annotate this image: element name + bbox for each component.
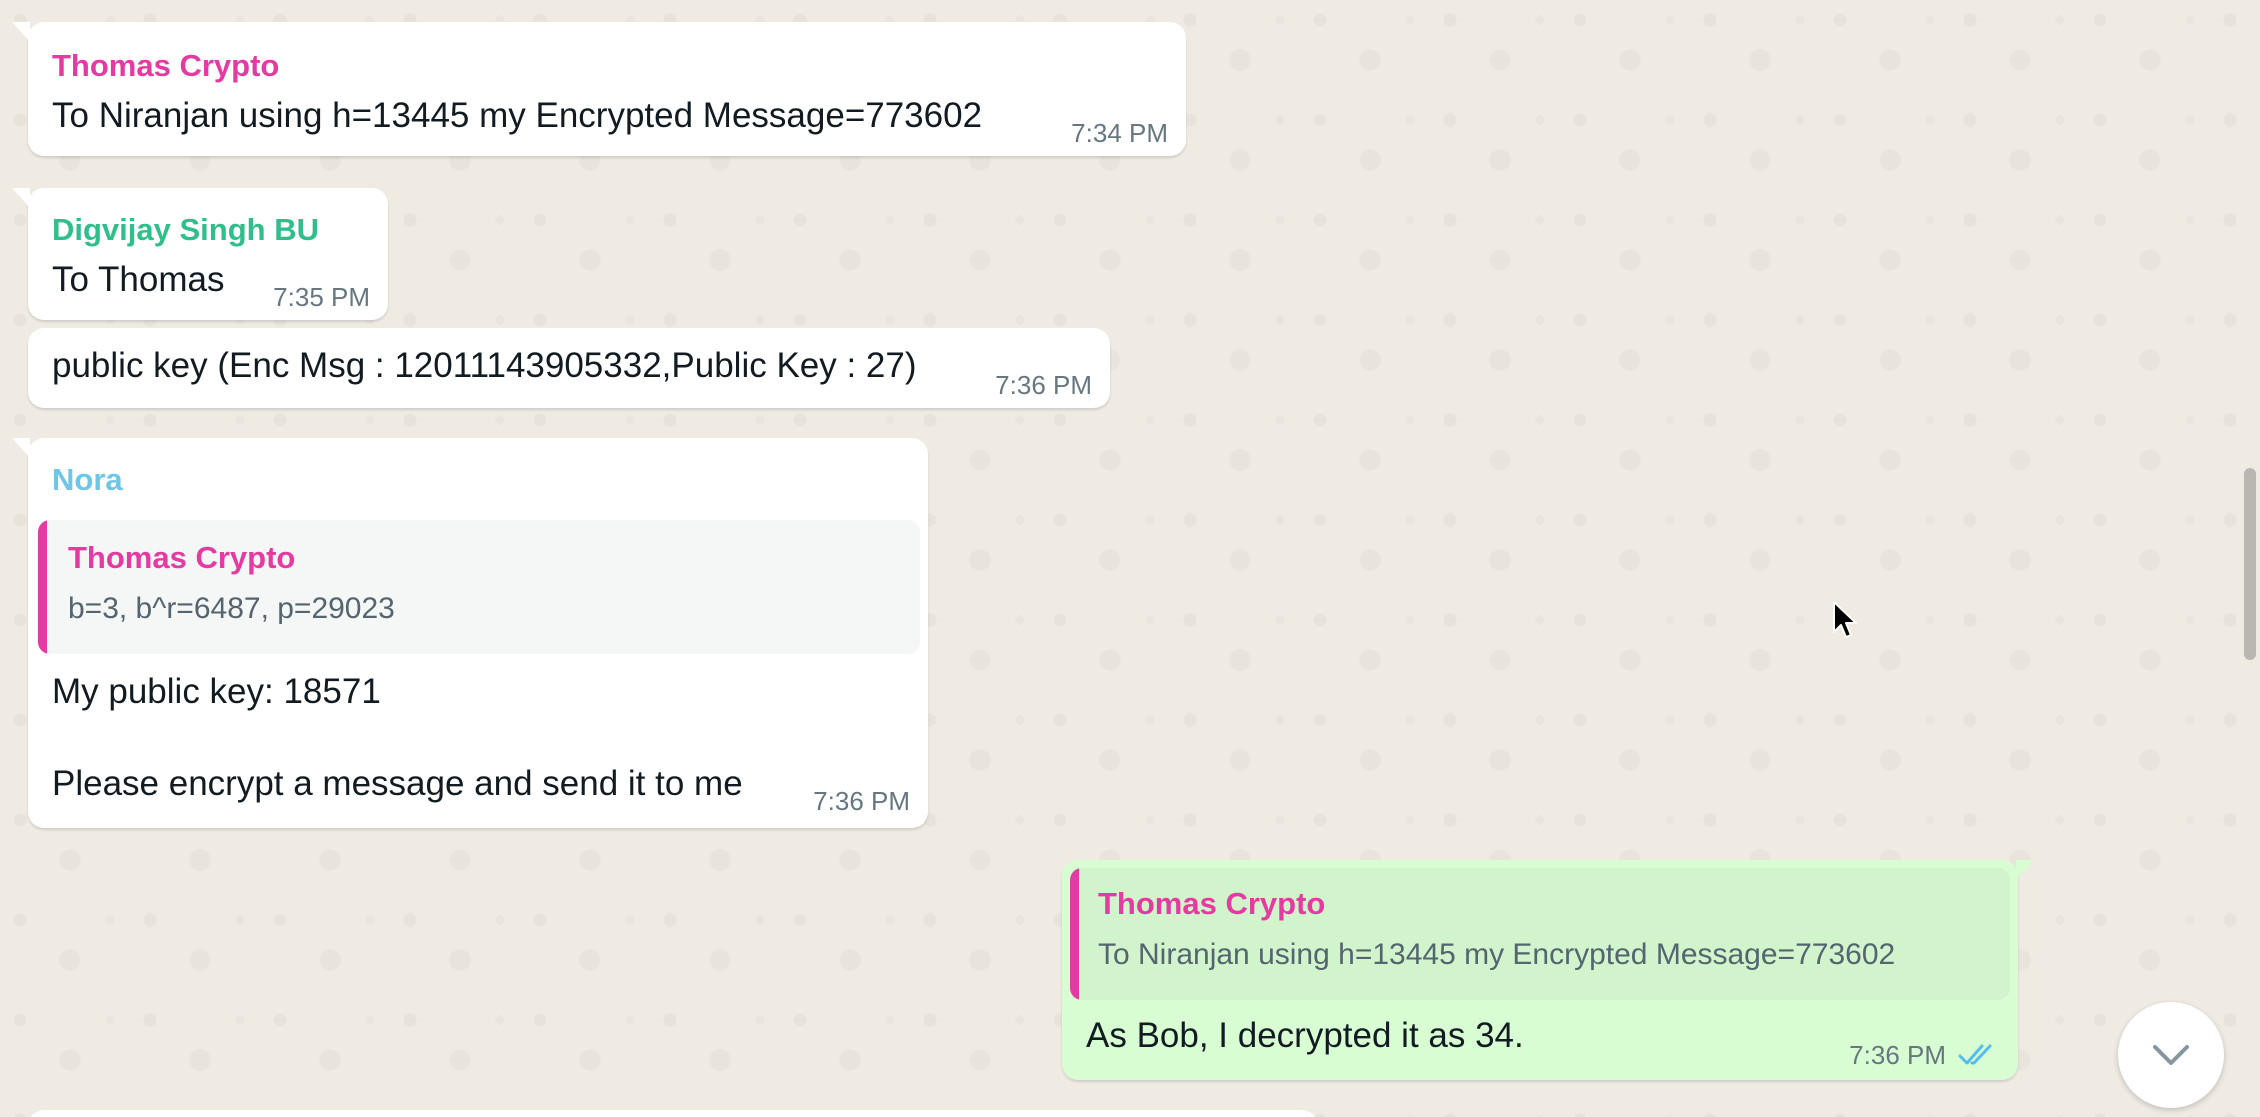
message-bubble[interactable]: Thomas Crypto To Niranjan using h=13445 … bbox=[12, 22, 1186, 156]
quote-accent-bar bbox=[38, 520, 47, 654]
message-text: To Niranjan using h=13445 my Encrypted M… bbox=[52, 96, 983, 135]
bubble-tail bbox=[2016, 860, 2034, 880]
message-bubble-partial[interactable] bbox=[28, 1110, 1318, 1117]
message-text: To Thomas bbox=[52, 260, 225, 299]
sender-name[interactable]: Digvijay Singh BU bbox=[52, 212, 319, 248]
message-bubble[interactable]: public key (Enc Msg : 12011143905332,Pub… bbox=[28, 328, 1110, 408]
bubble-tail bbox=[12, 22, 30, 42]
quoted-message[interactable]: Thomas Crypto To Niranjan using h=13445 … bbox=[1070, 868, 2010, 1000]
message-bubble[interactable]: Digvijay Singh BU To Thomas 7:35 PM bbox=[12, 188, 388, 320]
message-text: Please encrypt a message and send it to … bbox=[52, 764, 743, 803]
chat-message-list[interactable]: Thomas Crypto To Niranjan using h=13445 … bbox=[0, 0, 2260, 1117]
quoted-text: b=3, b^r=6487, p=29023 bbox=[68, 592, 395, 625]
message-text: public key (Enc Msg : 12011143905332,Pub… bbox=[52, 346, 917, 385]
message-bubble[interactable]: Nora Thomas Crypto b=3, b^r=6487, p=2902… bbox=[12, 438, 928, 828]
quoted-text: To Niranjan using h=13445 my Encrypted M… bbox=[1098, 938, 1896, 971]
sender-name[interactable]: Thomas Crypto bbox=[52, 48, 279, 84]
message-timestamp: 7:36 PM bbox=[1849, 1040, 1946, 1070]
quoted-sender-name: Thomas Crypto bbox=[68, 540, 296, 575]
quoted-message[interactable]: Thomas Crypto b=3, b^r=6487, p=29023 bbox=[38, 520, 920, 654]
message-timestamp: 7:36 PM bbox=[995, 370, 1092, 400]
message-text: My public key: 18571 bbox=[52, 672, 381, 711]
outgoing-message-bubble[interactable]: Thomas Crypto To Niranjan using h=13445 … bbox=[1062, 860, 2034, 1080]
message-timestamp: 7:35 PM bbox=[273, 282, 370, 312]
bubble-tail bbox=[12, 438, 30, 458]
message-text: As Bob, I decrypted it as 34. bbox=[1086, 1016, 1524, 1055]
message-timestamp: 7:34 PM bbox=[1071, 118, 1168, 148]
double-check-read-icon bbox=[1958, 1044, 1992, 1065]
sender-name[interactable]: Nora bbox=[52, 462, 123, 498]
bubble-tail bbox=[12, 188, 30, 208]
quote-accent-bar bbox=[1070, 868, 1079, 1000]
message-timestamp: 7:36 PM bbox=[813, 786, 910, 816]
quoted-sender-name: Thomas Crypto bbox=[1098, 886, 1326, 921]
